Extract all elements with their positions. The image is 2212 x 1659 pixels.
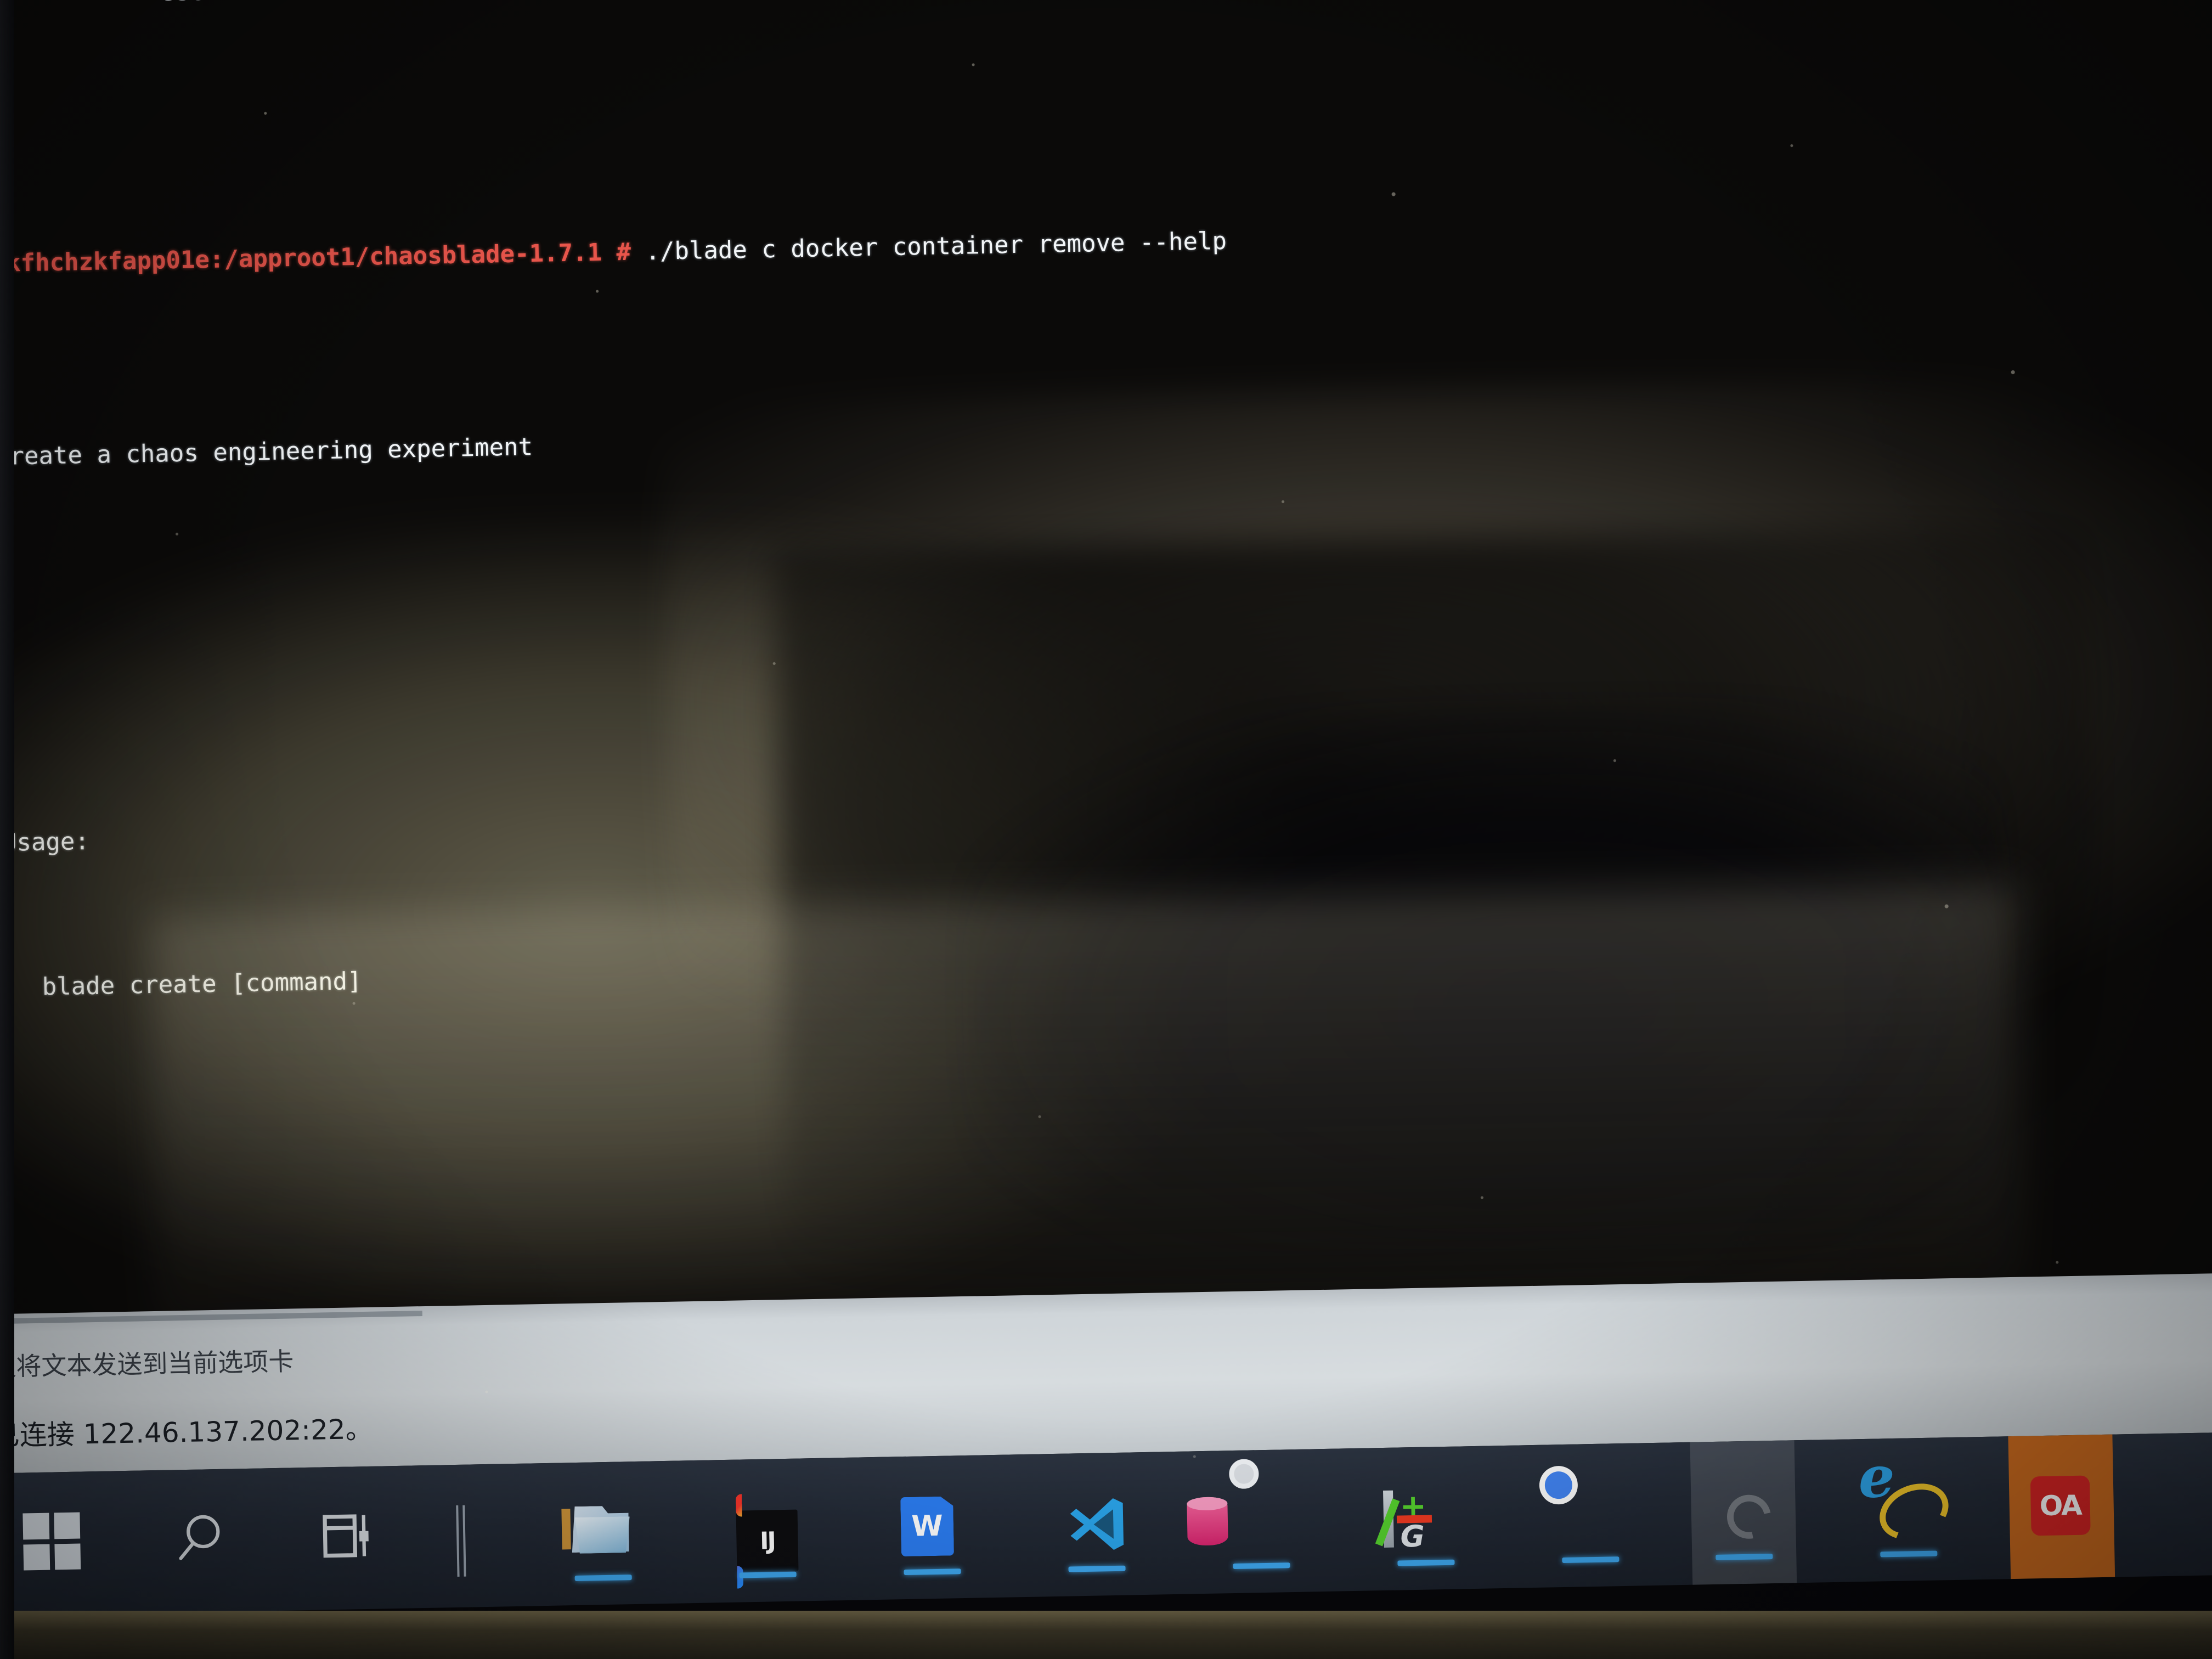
chrome-icon[interactable] <box>1559 1484 1621 1547</box>
running-indicator <box>904 1568 961 1576</box>
wps-word-icon[interactable]: W <box>900 1496 963 1559</box>
typed-command: ./blade c docker container remove --help <box>645 227 1227 266</box>
running-indicator <box>1233 1562 1290 1570</box>
taskbar-item-xshell[interactable] <box>1690 1440 1797 1585</box>
running-indicator <box>1068 1565 1126 1572</box>
tab-underline <box>0 1311 422 1324</box>
taskbar-item-ie[interactable]: e <box>1854 1437 1961 1582</box>
xshell-icon[interactable] <box>1712 1481 1775 1544</box>
taskbar-item-navicat[interactable] <box>1187 1449 1314 1593</box>
taskbar-item-taskview[interactable] <box>297 1466 404 1610</box>
taskbar-item-vscode[interactable] <box>1043 1452 1150 1596</box>
taskbar-item-translate[interactable]: + G <box>1372 1446 1479 1590</box>
prompt-line: dkfhchzkfapp01e:/approot1/chaosblade-1.7… <box>0 199 2212 288</box>
ie-letter: e <box>1858 1442 1895 1511</box>
running-indicator <box>1880 1550 1938 1558</box>
terminal-window[interactable]: Use "blade [command] --help" for more in… <box>0 0 2212 1532</box>
taskbar-item-intellij[interactable]: IJ <box>714 1458 821 1602</box>
scrollback-partial-line: Use "blade [command] --help" for more in… <box>0 0 2181 5</box>
connected-host: 122.46.137.202:22。 <box>83 1413 374 1451</box>
usage-label: Usage: <box>2 827 90 857</box>
send-text-note: 仅将文本发送到当前选项卡 <box>0 1346 294 1382</box>
oa-letters: OA <box>2030 1475 2091 1536</box>
translate-icon[interactable]: + G <box>1375 1487 1457 1554</box>
taskbar-item-oa[interactable]: OA <box>2008 1434 2115 1579</box>
monitor-bezel-bottom <box>0 1611 2212 1659</box>
running-indicator <box>1397 1559 1455 1566</box>
internet-explorer-icon[interactable]: e <box>1858 1443 1957 1550</box>
database-icon[interactable] <box>1187 1459 1292 1553</box>
shell-prompt: dkfhchzkfapp01e:/approot1/chaosblade-1.7… <box>0 238 631 278</box>
task-view-icon[interactable] <box>319 1507 381 1570</box>
intellij-idea-icon[interactable]: IJ <box>735 1494 799 1589</box>
running-indicator <box>1716 1554 1773 1560</box>
taskbar-item-search[interactable] <box>149 1469 256 1613</box>
intellij-letters: IJ <box>736 1509 799 1572</box>
taskbar-item-wps[interactable]: W <box>878 1455 985 1599</box>
file-explorer-icon[interactable] <box>561 1502 634 1565</box>
usage-value: blade create [command] <box>42 967 362 1001</box>
wps-letter: W <box>900 1496 954 1556</box>
monitor-photo: Use "blade [command] --help" for more in… <box>0 0 2212 1659</box>
vscode-icon[interactable] <box>1065 1493 1127 1556</box>
windows-start-icon[interactable] <box>22 1512 85 1575</box>
taskbar-item-start[interactable] <box>1 1471 108 1616</box>
taskbar-item-explorer[interactable] <box>549 1461 656 1605</box>
taskbar-separator <box>434 1463 541 1607</box>
taskbar-item-chrome[interactable] <box>1537 1443 1644 1587</box>
connection-status: 已连接 122.46.137.202:22。 <box>0 1407 373 1454</box>
running-indicator <box>1562 1556 1620 1564</box>
monitor-bezel-left <box>0 0 14 1659</box>
running-indicator <box>739 1571 797 1578</box>
oa-icon[interactable]: OA <box>2030 1475 2093 1538</box>
translate-g-glyph: G <box>1400 1519 1425 1554</box>
running-indicator <box>574 1575 632 1582</box>
command-description: Create a chaos engineering experiment <box>0 433 533 471</box>
separator-bars-icon <box>456 1504 518 1577</box>
search-icon[interactable] <box>171 1509 233 1572</box>
